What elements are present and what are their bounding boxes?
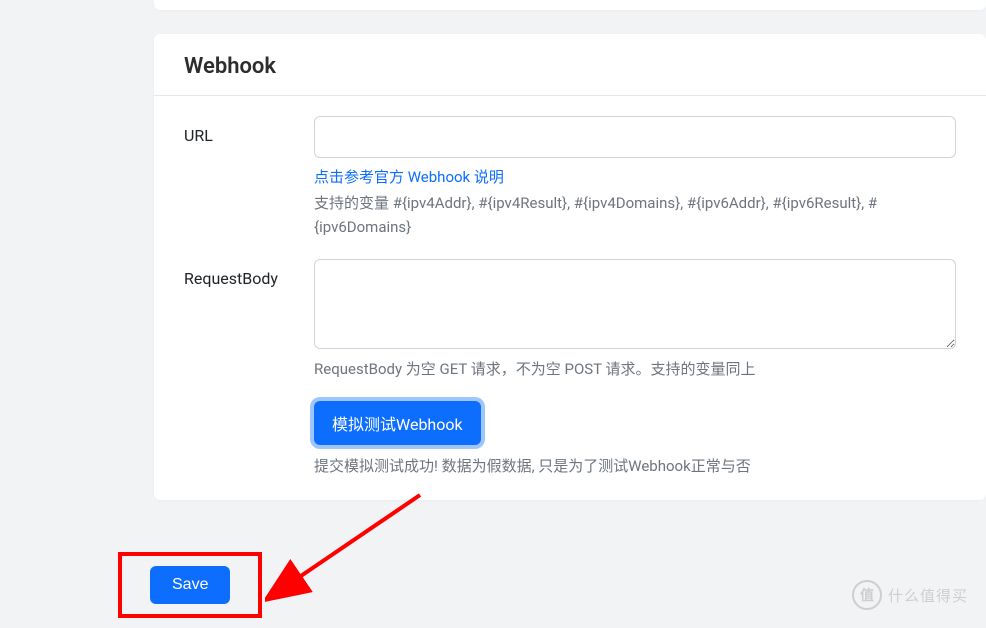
test-webhook-button[interactable]: 模拟测试Webhook [314, 401, 481, 445]
request-body-row: RequestBody RequestBody 为空 GET 请求，不为空 PO… [184, 259, 956, 381]
webhook-card: Webhook URL 点击参考官方 Webhook 说明 支持的变量 #{ip… [154, 34, 986, 500]
url-help-text: 支持的变量 #{ipv4Addr}, #{ipv4Result}, #{ipv4… [314, 191, 956, 239]
url-input[interactable] [314, 116, 956, 158]
webhook-docs-link[interactable]: 点击参考官方 Webhook 说明 [314, 166, 504, 187]
url-label: URL [184, 116, 314, 145]
test-content: 模拟测试Webhook 提交模拟测试成功! 数据为假数据, 只是为了测试Webh… [314, 401, 751, 476]
previous-card-edge [154, 0, 986, 10]
watermark: 值 什么值得买 [852, 580, 968, 610]
save-wrapper: Save [118, 552, 262, 618]
url-content: 点击参考官方 Webhook 说明 支持的变量 #{ipv4Addr}, #{i… [314, 116, 956, 239]
test-status-text: 提交模拟测试成功! 数据为假数据, 只是为了测试Webhook正常与否 [314, 455, 751, 476]
card-body: URL 点击参考官方 Webhook 说明 支持的变量 #{ipv4Addr},… [154, 96, 986, 476]
annotation-arrow-icon [265, 485, 435, 610]
save-highlight-box: Save [118, 552, 262, 618]
request-body-content: RequestBody 为空 GET 请求，不为空 POST 请求。支持的变量同… [314, 259, 956, 381]
watermark-icon: 值 [852, 580, 882, 610]
card-title: Webhook [184, 54, 956, 79]
card-header: Webhook [154, 34, 986, 96]
request-body-textarea[interactable] [314, 259, 956, 349]
save-button[interactable]: Save [150, 566, 230, 604]
test-row: 模拟测试Webhook 提交模拟测试成功! 数据为假数据, 只是为了测试Webh… [184, 401, 956, 476]
request-body-label: RequestBody [184, 259, 314, 288]
watermark-text: 什么值得买 [888, 585, 968, 606]
request-body-help-text: RequestBody 为空 GET 请求，不为空 POST 请求。支持的变量同… [314, 357, 956, 381]
url-row: URL 点击参考官方 Webhook 说明 支持的变量 #{ipv4Addr},… [184, 116, 956, 239]
